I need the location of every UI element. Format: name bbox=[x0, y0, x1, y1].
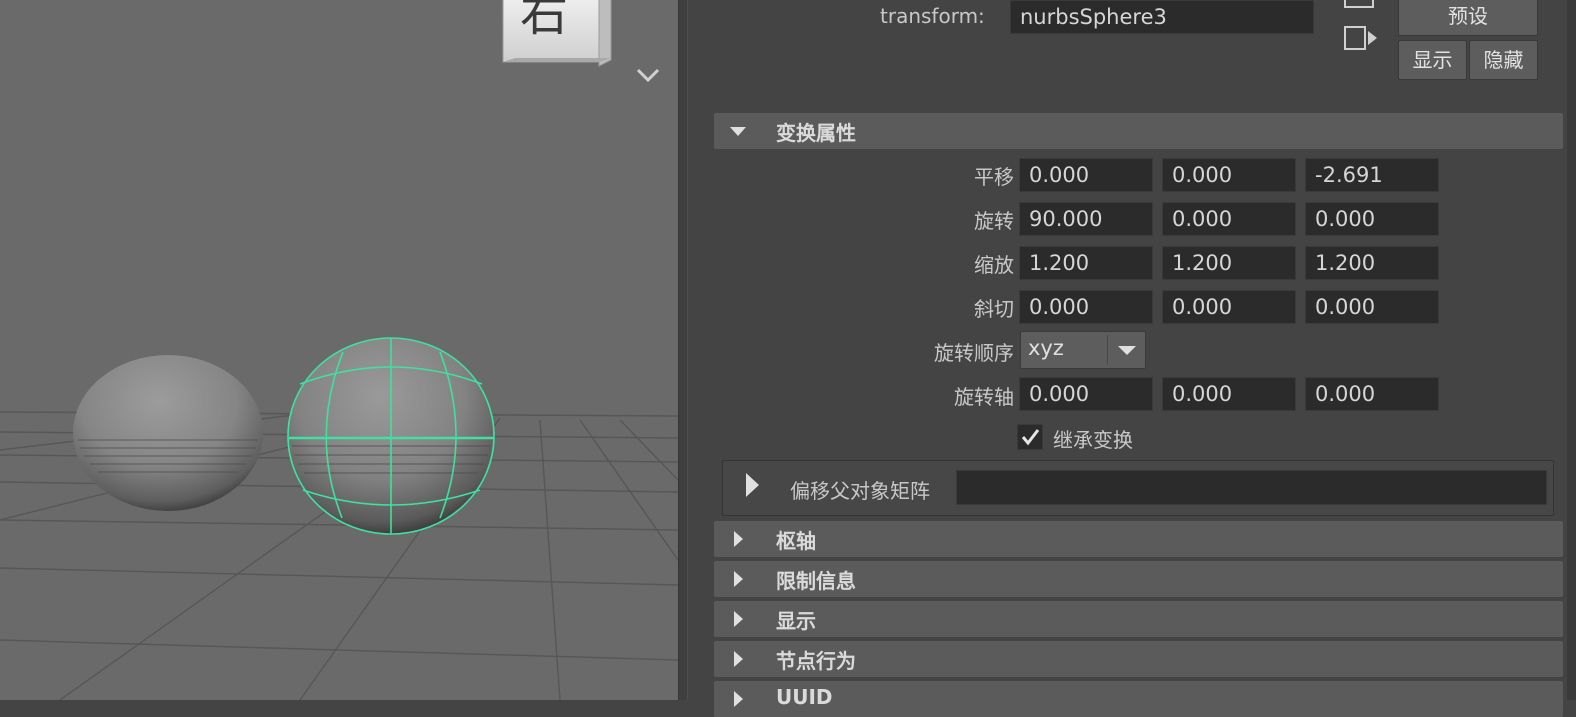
section-limit-info[interactable]: 限制信息 bbox=[714, 561, 1563, 597]
rotate-order-label: 旋转顺序 bbox=[934, 341, 1014, 365]
rotate-x-field[interactable]: 90.000 bbox=[1019, 202, 1153, 236]
scale-z-field[interactable]: 1.200 bbox=[1305, 246, 1439, 280]
transform-name-field[interactable]: nurbsSphere3 bbox=[1010, 0, 1314, 34]
viewcube-menu-chevron-icon bbox=[636, 68, 660, 83]
focus-icon[interactable] bbox=[1344, 0, 1374, 8]
section-node-behavior[interactable]: 节点行为 bbox=[714, 641, 1563, 677]
section-title: 限制信息 bbox=[776, 569, 856, 593]
expand-triangle-icon bbox=[734, 611, 743, 627]
expand-triangle-icon bbox=[734, 531, 743, 547]
shear-xz-field[interactable]: 0.000 bbox=[1162, 290, 1296, 324]
offset-parent-matrix-label: 偏移父对象矩阵 bbox=[790, 479, 930, 503]
inherits-transform-label: 继承变换 bbox=[1053, 428, 1133, 452]
panel-scrollbar[interactable] bbox=[1567, 0, 1576, 700]
section-title: UUID bbox=[776, 685, 833, 709]
show-button[interactable]: 显示 bbox=[1398, 40, 1467, 80]
dropdown-divider bbox=[1107, 335, 1108, 365]
expand-triangle-icon[interactable] bbox=[746, 473, 759, 497]
checkmark-icon bbox=[1021, 429, 1040, 446]
rotate-axis-z-field[interactable]: 0.000 bbox=[1305, 377, 1439, 411]
rotate-z-field[interactable]: 0.000 bbox=[1305, 202, 1439, 236]
translate-x-field[interactable]: 0.000 bbox=[1019, 158, 1153, 192]
section-title: 显示 bbox=[776, 609, 816, 633]
view-cube-face-label: 右 bbox=[520, 0, 568, 42]
section-title: 节点行为 bbox=[776, 649, 856, 673]
expand-triangle-icon bbox=[734, 571, 743, 587]
collapse-triangle-icon bbox=[730, 127, 746, 136]
section-pivots[interactable]: 枢轴 bbox=[714, 521, 1563, 557]
transform-label: transform: bbox=[880, 4, 985, 28]
rotate-axis-y-field[interactable]: 0.000 bbox=[1162, 377, 1296, 411]
offset-parent-matrix-bar[interactable] bbox=[956, 470, 1547, 505]
section-title: 变换属性 bbox=[776, 121, 856, 145]
preset-button[interactable]: 预设 bbox=[1398, 0, 1538, 36]
shear-yz-field[interactable]: 0.000 bbox=[1305, 290, 1439, 324]
shear-label: 斜切 bbox=[974, 297, 1014, 321]
sphere-left bbox=[73, 355, 263, 511]
rotate-y-field[interactable]: 0.000 bbox=[1162, 202, 1296, 236]
3d-viewport[interactable]: 右 bbox=[0, 0, 678, 700]
rotate-order-dropdown[interactable]: xyz bbox=[1020, 331, 1146, 369]
rotate-label: 旋转 bbox=[974, 209, 1014, 233]
expand-triangle-icon bbox=[734, 651, 743, 667]
rotate-axis-label: 旋转轴 bbox=[954, 385, 1014, 409]
panel-splitter[interactable] bbox=[678, 0, 688, 700]
translate-z-field[interactable]: -2.691 bbox=[1305, 158, 1439, 192]
viewport-scene: 右 bbox=[0, 0, 678, 700]
inherits-transform-checkbox[interactable] bbox=[1017, 424, 1043, 450]
rotate-order-value: xyz bbox=[1028, 336, 1064, 360]
scale-x-field[interactable]: 1.200 bbox=[1019, 246, 1153, 280]
scale-y-field[interactable]: 1.200 bbox=[1162, 246, 1296, 280]
section-transform-attributes[interactable]: 变换属性 bbox=[714, 113, 1563, 149]
shear-xy-field[interactable]: 0.000 bbox=[1019, 290, 1153, 324]
rotate-axis-x-field[interactable]: 0.000 bbox=[1019, 377, 1153, 411]
go-to-output-icon[interactable] bbox=[1344, 26, 1378, 52]
expand-triangle-icon bbox=[734, 691, 743, 707]
sphere-right-selected bbox=[287, 337, 495, 535]
section-display[interactable]: 显示 bbox=[714, 601, 1563, 637]
translate-y-field[interactable]: 0.000 bbox=[1162, 158, 1296, 192]
section-title: 枢轴 bbox=[776, 529, 816, 553]
translate-label: 平移 bbox=[974, 165, 1014, 189]
hide-button[interactable]: 隐藏 bbox=[1469, 40, 1538, 80]
chevron-down-icon bbox=[1118, 346, 1136, 355]
scale-label: 缩放 bbox=[974, 253, 1014, 277]
section-uuid[interactable]: UUID bbox=[714, 681, 1563, 717]
